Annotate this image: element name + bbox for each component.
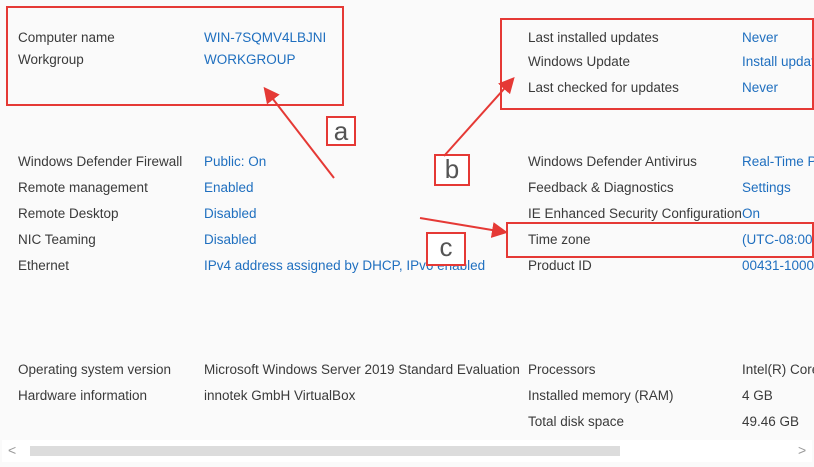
total-disk-value: 49.46 GB [742, 414, 800, 429]
feedback-diagnostics-link[interactable]: Settings [742, 180, 791, 195]
scroll-right-icon[interactable]: > [798, 442, 806, 458]
scrollbar-thumb[interactable] [30, 446, 620, 456]
feedback-diagnostics-label: Feedback & Diagnostics [528, 180, 674, 195]
processors-value: Intel(R) Core [742, 362, 814, 377]
installed-memory-value: 4 GB [742, 388, 773, 403]
total-disk-label: Total disk space [528, 414, 625, 429]
scroll-left-icon[interactable]: < [8, 442, 16, 458]
product-id-link[interactable]: 00431-10000 [742, 258, 814, 273]
nic-teaming-label: NIC Teaming [18, 232, 96, 247]
processors-label: Processors [528, 362, 596, 377]
ethernet-label: Ethernet [18, 258, 70, 273]
firewall-label: Windows Defender Firewall [18, 154, 183, 169]
nic-teaming-link[interactable]: Disabled [204, 232, 257, 247]
annotation-label-a: a [326, 116, 356, 146]
hardware-info-label: Hardware information [18, 388, 148, 403]
annotation-box-c [506, 222, 814, 258]
annotation-label-b: b [434, 154, 470, 186]
firewall-link[interactable]: Public: On [204, 154, 266, 169]
ie-esc-label: IE Enhanced Security Configuration [528, 206, 742, 221]
product-id-label: Product ID [528, 258, 592, 273]
annotation-label-c: c [426, 232, 466, 266]
installed-memory-label: Installed memory (RAM) [528, 388, 674, 403]
remote-management-label: Remote management [18, 180, 148, 195]
os-version-label: Operating system version [18, 362, 172, 377]
remote-desktop-label: Remote Desktop [18, 206, 119, 221]
defender-antivirus-label: Windows Defender Antivirus [528, 154, 697, 169]
horizontal-scrollbar[interactable]: < > [2, 440, 812, 462]
remote-desktop-link[interactable]: Disabled [204, 206, 257, 221]
hardware-info-value: innotek GmbH VirtualBox [204, 388, 356, 403]
remote-management-link[interactable]: Enabled [204, 180, 254, 195]
arrow-c [419, 217, 508, 238]
defender-antivirus-link[interactable]: Real-Time Pr [742, 154, 814, 169]
server-properties-panel: Computer name WIN-7SQMV4LBJNI Workgroup … [0, 0, 814, 467]
os-version-value: Microsoft Windows Server 2019 Standard E… [204, 362, 520, 377]
ie-esc-link[interactable]: On [742, 206, 760, 221]
annotation-box-b [500, 18, 814, 110]
annotation-box-a [6, 6, 344, 106]
